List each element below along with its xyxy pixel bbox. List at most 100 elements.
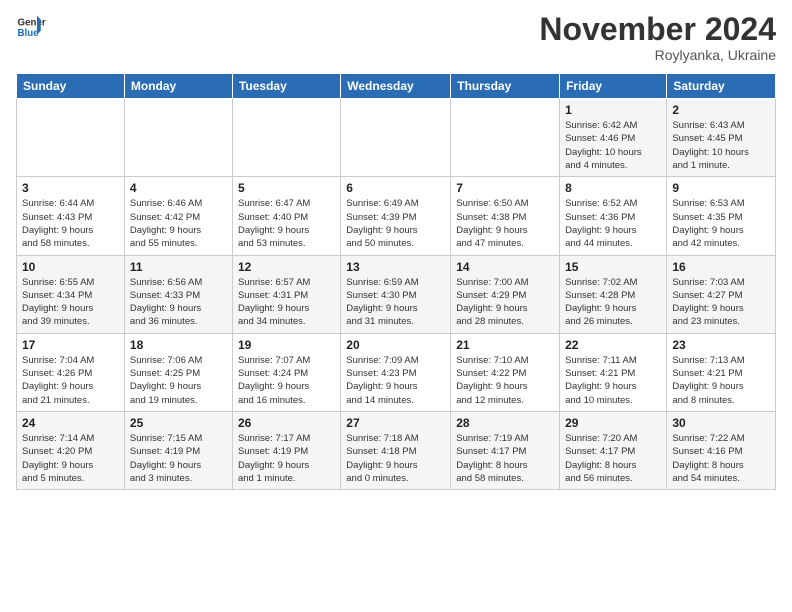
calendar-cell: 6 Sunrise: 6:49 AM Sunset: 4:39 PM Daylig…: [341, 177, 451, 255]
page-header: General Blue November 2024 Roylyanka, Uk…: [16, 12, 776, 63]
calendar-cell: 2 Sunrise: 6:43 AM Sunset: 4:45 PM Daylig…: [667, 99, 776, 177]
day-info: Sunrise: 6:52 AM Sunset: 4:36 PM Dayligh…: [565, 197, 661, 250]
calendar-cell: 8 Sunrise: 6:52 AM Sunset: 4:36 PM Daylig…: [560, 177, 667, 255]
calendar-cell: 5Sunrise: 6:47 AM Sunset: 4:40 PM Daylig…: [232, 177, 340, 255]
day-number: 9: [672, 181, 770, 195]
day-info: Sunrise: 7:03 AM Sunset: 4:27 PM Dayligh…: [672, 276, 770, 329]
day-number: 19: [238, 338, 335, 352]
calendar-cell: [232, 99, 340, 177]
calendar-cell: 17 Sunrise: 7:04 AM Sunset: 4:26 PM Dayli…: [17, 333, 125, 411]
day-info: Sunrise: 7:20 AM Sunset: 4:17 PM Dayligh…: [565, 432, 661, 485]
day-number: 30: [672, 416, 770, 430]
day-info: Sunrise: 7:06 AM Sunset: 4:25 PM Dayligh…: [130, 354, 227, 407]
weekday-header-saturday: Saturday: [667, 74, 776, 99]
day-number: 25: [130, 416, 227, 430]
weekday-header-thursday: Thursday: [451, 74, 560, 99]
day-number: 11: [130, 260, 227, 274]
day-info: Sunrise: 6:56 AM Sunset: 4:33 PM Dayligh…: [130, 276, 227, 329]
calendar-cell: 11 Sunrise: 6:56 AM Sunset: 4:33 PM Dayli…: [124, 255, 232, 333]
day-info: Sunrise: 6:55 AM Sunset: 4:34 PM Dayligh…: [22, 276, 119, 329]
calendar-cell: 21Sunrise: 7:10 AM Sunset: 4:22 PM Dayli…: [451, 333, 560, 411]
day-number: 10: [22, 260, 119, 274]
calendar-cell: 3 Sunrise: 6:44 AM Sunset: 4:43 PM Daylig…: [17, 177, 125, 255]
month-title: November 2024: [539, 12, 776, 47]
calendar-cell: [124, 99, 232, 177]
day-number: 3: [22, 181, 119, 195]
day-number: 5: [238, 181, 335, 195]
svg-text:Blue: Blue: [18, 28, 40, 39]
day-info: Sunrise: 7:19 AM Sunset: 4:17 PM Dayligh…: [456, 432, 554, 485]
calendar-cell: 18 Sunrise: 7:06 AM Sunset: 4:25 PM Dayli…: [124, 333, 232, 411]
day-number: 1: [565, 103, 661, 117]
day-number: 24: [22, 416, 119, 430]
calendar-cell: [17, 99, 125, 177]
day-number: 2: [672, 103, 770, 117]
day-number: 13: [346, 260, 445, 274]
calendar-cell: 4Sunrise: 6:46 AM Sunset: 4:42 PM Daylig…: [124, 177, 232, 255]
title-block: November 2024 Roylyanka, Ukraine: [539, 12, 776, 63]
calendar-cell: [341, 99, 451, 177]
day-info: Sunrise: 6:50 AM Sunset: 4:38 PM Dayligh…: [456, 197, 554, 250]
day-number: 20: [346, 338, 445, 352]
day-info: Sunrise: 7:07 AM Sunset: 4:24 PM Dayligh…: [238, 354, 335, 407]
calendar-cell: 20 Sunrise: 7:09 AM Sunset: 4:23 PM Dayli…: [341, 333, 451, 411]
day-info: Sunrise: 6:43 AM Sunset: 4:45 PM Dayligh…: [672, 119, 770, 172]
day-number: 22: [565, 338, 661, 352]
day-info: Sunrise: 6:44 AM Sunset: 4:43 PM Dayligh…: [22, 197, 119, 250]
day-info: Sunrise: 7:11 AM Sunset: 4:21 PM Dayligh…: [565, 354, 661, 407]
day-info: Sunrise: 7:00 AM Sunset: 4:29 PM Dayligh…: [456, 276, 554, 329]
day-number: 14: [456, 260, 554, 274]
calendar-cell: 28 Sunrise: 7:19 AM Sunset: 4:17 PM Dayli…: [451, 411, 560, 489]
calendar-cell: 23Sunrise: 7:13 AM Sunset: 4:21 PM Dayli…: [667, 333, 776, 411]
calendar-cell: 16 Sunrise: 7:03 AM Sunset: 4:27 PM Dayli…: [667, 255, 776, 333]
calendar-cell: 10 Sunrise: 6:55 AM Sunset: 4:34 PM Dayli…: [17, 255, 125, 333]
calendar-cell: 9 Sunrise: 6:53 AM Sunset: 4:35 PM Daylig…: [667, 177, 776, 255]
logo: General Blue: [16, 12, 46, 42]
calendar-cell: 14 Sunrise: 7:00 AM Sunset: 4:29 PM Dayli…: [451, 255, 560, 333]
calendar-cell: 19 Sunrise: 7:07 AM Sunset: 4:24 PM Dayli…: [232, 333, 340, 411]
day-number: 18: [130, 338, 227, 352]
day-info: Sunrise: 6:49 AM Sunset: 4:39 PM Dayligh…: [346, 197, 445, 250]
logo-icon: General Blue: [16, 12, 46, 42]
calendar-cell: 26 Sunrise: 7:17 AM Sunset: 4:19 PM Dayli…: [232, 411, 340, 489]
calendar-cell: 15 Sunrise: 7:02 AM Sunset: 4:28 PM Dayli…: [560, 255, 667, 333]
day-info: Sunrise: 7:18 AM Sunset: 4:18 PM Dayligh…: [346, 432, 445, 485]
day-number: 17: [22, 338, 119, 352]
day-info: Sunrise: 6:53 AM Sunset: 4:35 PM Dayligh…: [672, 197, 770, 250]
calendar-cell: 24 Sunrise: 7:14 AM Sunset: 4:20 PM Dayli…: [17, 411, 125, 489]
calendar-cell: [451, 99, 560, 177]
day-number: 23: [672, 338, 770, 352]
calendar-cell: 7 Sunrise: 6:50 AM Sunset: 4:38 PM Daylig…: [451, 177, 560, 255]
weekday-header-sunday: Sunday: [17, 74, 125, 99]
day-number: 28: [456, 416, 554, 430]
day-number: 26: [238, 416, 335, 430]
weekday-header-monday: Monday: [124, 74, 232, 99]
day-info: Sunrise: 6:59 AM Sunset: 4:30 PM Dayligh…: [346, 276, 445, 329]
day-info: Sunrise: 7:02 AM Sunset: 4:28 PM Dayligh…: [565, 276, 661, 329]
day-info: Sunrise: 7:14 AM Sunset: 4:20 PM Dayligh…: [22, 432, 119, 485]
calendar-cell: 13 Sunrise: 6:59 AM Sunset: 4:30 PM Dayli…: [341, 255, 451, 333]
day-info: Sunrise: 7:09 AM Sunset: 4:23 PM Dayligh…: [346, 354, 445, 407]
calendar-cell: 27Sunrise: 7:18 AM Sunset: 4:18 PM Dayli…: [341, 411, 451, 489]
day-number: 29: [565, 416, 661, 430]
day-info: Sunrise: 7:15 AM Sunset: 4:19 PM Dayligh…: [130, 432, 227, 485]
day-number: 8: [565, 181, 661, 195]
calendar-cell: 22 Sunrise: 7:11 AM Sunset: 4:21 PM Dayli…: [560, 333, 667, 411]
calendar-cell: 30 Sunrise: 7:22 AM Sunset: 4:16 PM Dayli…: [667, 411, 776, 489]
day-number: 15: [565, 260, 661, 274]
day-number: 21: [456, 338, 554, 352]
day-number: 6: [346, 181, 445, 195]
day-info: Sunrise: 7:17 AM Sunset: 4:19 PM Dayligh…: [238, 432, 335, 485]
day-number: 16: [672, 260, 770, 274]
calendar-cell: 12Sunrise: 6:57 AM Sunset: 4:31 PM Dayli…: [232, 255, 340, 333]
day-info: Sunrise: 7:04 AM Sunset: 4:26 PM Dayligh…: [22, 354, 119, 407]
weekday-header-friday: Friday: [560, 74, 667, 99]
calendar-cell: 1 Sunrise: 6:42 AM Sunset: 4:46 PM Daylig…: [560, 99, 667, 177]
weekday-header-tuesday: Tuesday: [232, 74, 340, 99]
location-subtitle: Roylyanka, Ukraine: [539, 47, 776, 63]
svg-text:General: General: [18, 18, 47, 29]
day-info: Sunrise: 6:42 AM Sunset: 4:46 PM Dayligh…: [565, 119, 661, 172]
day-number: 7: [456, 181, 554, 195]
day-info: Sunrise: 7:22 AM Sunset: 4:16 PM Dayligh…: [672, 432, 770, 485]
calendar-cell: 29 Sunrise: 7:20 AM Sunset: 4:17 PM Dayli…: [560, 411, 667, 489]
